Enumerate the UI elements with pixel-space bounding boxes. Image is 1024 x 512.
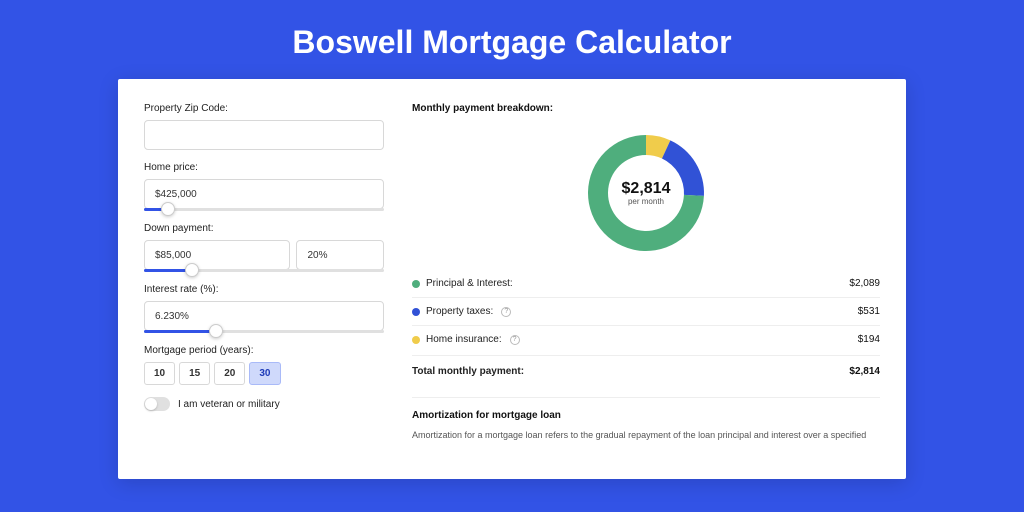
legend-value: $194: [858, 334, 880, 345]
donut-chart: $2,814 per month: [583, 130, 709, 256]
total-label: Total monthly payment:: [412, 366, 524, 377]
help-icon[interactable]: ?: [510, 335, 520, 345]
down-payment-slider-thumb[interactable]: [185, 263, 199, 277]
down-payment-label: Down payment:: [144, 223, 384, 234]
period-button-15[interactable]: 15: [179, 362, 210, 385]
home-price-slider[interactable]: [144, 208, 384, 211]
home-price-slider-thumb[interactable]: [161, 202, 175, 216]
veteran-toggle-label: I am veteran or military: [178, 399, 280, 410]
legend-dot: [412, 336, 420, 344]
zip-label: Property Zip Code:: [144, 103, 384, 114]
donut-center-label: per month: [628, 197, 664, 206]
breakdown-panel: Monthly payment breakdown: $2,814 per mo…: [412, 103, 880, 479]
legend-dot: [412, 280, 420, 288]
legend-row: Home insurance:? $194: [412, 326, 880, 353]
veteran-toggle-row: I am veteran or military: [144, 397, 384, 411]
legend-row: Property taxes:? $531: [412, 298, 880, 326]
legend-label: Home insurance:: [426, 334, 502, 345]
period-button-20[interactable]: 20: [214, 362, 245, 385]
mortgage-period-group: Mortgage period (years): 10152030: [144, 345, 384, 385]
total-value: $2,814: [849, 366, 880, 377]
interest-rate-slider-fill: [144, 330, 216, 333]
amortization-text: Amortization for a mortgage loan refers …: [412, 429, 880, 443]
interest-rate-slider-thumb[interactable]: [209, 324, 223, 338]
down-payment-input[interactable]: [144, 240, 290, 270]
veteran-toggle[interactable]: [144, 397, 170, 411]
zip-field-group: Property Zip Code:: [144, 103, 384, 150]
help-icon[interactable]: ?: [501, 307, 511, 317]
form-panel: Property Zip Code: Home price: Down paym…: [144, 103, 384, 479]
legend-dot: [412, 308, 420, 316]
interest-rate-input[interactable]: [144, 301, 384, 331]
amortization-title: Amortization for mortgage loan: [412, 410, 880, 421]
home-price-label: Home price:: [144, 162, 384, 173]
zip-input[interactable]: [144, 120, 384, 150]
donut-center-value: $2,814: [622, 180, 671, 197]
amortization-section: Amortization for mortgage loan Amortizat…: [412, 397, 880, 443]
interest-rate-group: Interest rate (%):: [144, 284, 384, 333]
legend-value: $531: [858, 306, 880, 317]
interest-rate-slider[interactable]: [144, 330, 384, 333]
down-payment-pct-input[interactable]: [296, 240, 384, 270]
breakdown-legend: Principal & Interest: $2,089 Property taxe…: [412, 270, 880, 353]
legend-label: Property taxes:: [426, 306, 493, 317]
home-price-group: Home price:: [144, 162, 384, 211]
donut-chart-wrap: $2,814 per month: [412, 122, 880, 270]
legend-row: Principal & Interest: $2,089: [412, 270, 880, 298]
legend-value: $2,089: [849, 278, 880, 289]
breakdown-title: Monthly payment breakdown:: [412, 103, 880, 114]
down-payment-slider[interactable]: [144, 269, 384, 272]
total-row: Total monthly payment: $2,814: [412, 355, 880, 387]
legend-label: Principal & Interest:: [426, 278, 513, 289]
period-button-10[interactable]: 10: [144, 362, 175, 385]
mortgage-period-label: Mortgage period (years):: [144, 345, 384, 356]
interest-rate-label: Interest rate (%):: [144, 284, 384, 295]
calculator-card: Property Zip Code: Home price: Down paym…: [118, 79, 906, 479]
page-title: Boswell Mortgage Calculator: [0, 0, 1024, 79]
down-payment-group: Down payment:: [144, 223, 384, 272]
mortgage-period-buttons: 10152030: [144, 362, 384, 385]
period-button-30[interactable]: 30: [249, 362, 280, 385]
home-price-input[interactable]: [144, 179, 384, 209]
